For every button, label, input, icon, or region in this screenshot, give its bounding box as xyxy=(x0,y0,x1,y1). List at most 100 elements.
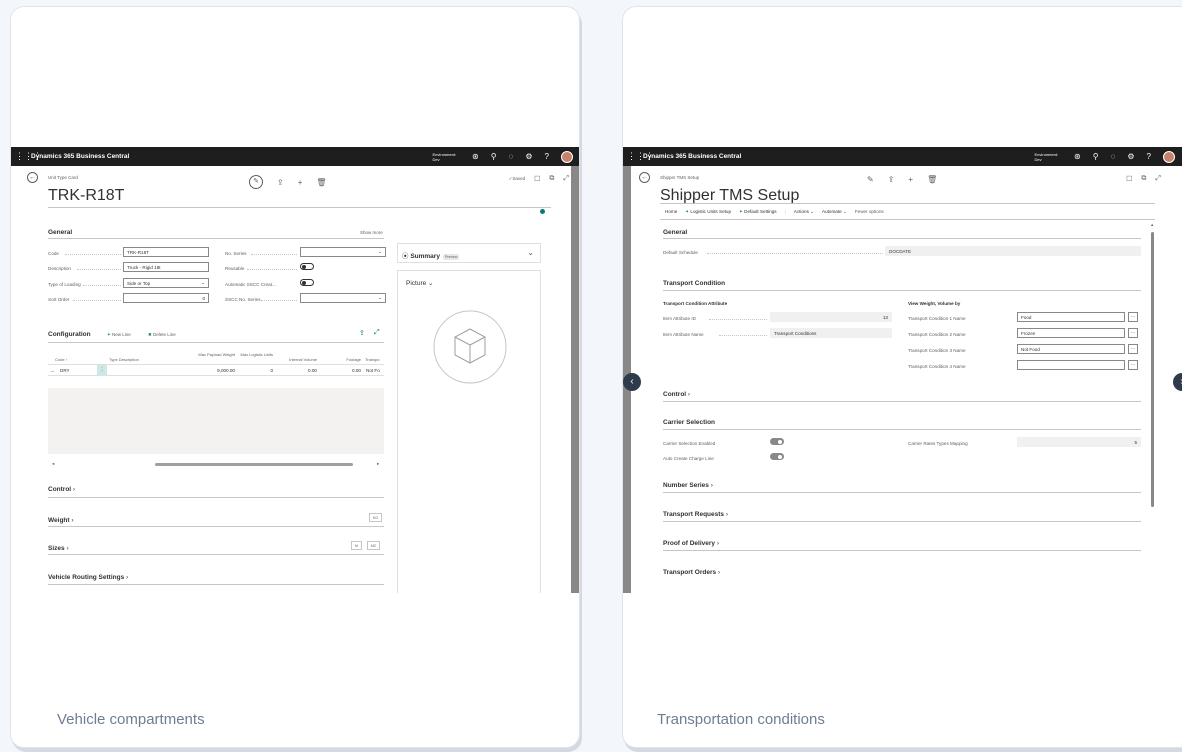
weight-unit-button[interactable]: KG xyxy=(369,513,383,522)
expand-icon[interactable]: ⤢ xyxy=(563,175,569,183)
bookmark-icon[interactable]: ☐ xyxy=(1126,175,1132,183)
proof-of-delivery-header[interactable]: Proof of Delivery › xyxy=(663,540,719,547)
app-launcher-icon[interactable]: ⋮⋮⋮ xyxy=(15,152,42,161)
sscc-no-series-select[interactable]: ⌄ xyxy=(300,293,386,303)
transport-condition-4-field[interactable] xyxy=(1017,360,1125,370)
new-line-button[interactable]: ✦ New Line xyxy=(107,332,131,338)
bell-icon[interactable]: ◌ xyxy=(1111,152,1116,161)
action-default-settings[interactable]: ✦ Default Settings xyxy=(739,209,777,215)
open-new-window-icon[interactable]: ⧉ xyxy=(1141,175,1146,183)
avatar[interactable] xyxy=(1163,150,1175,163)
bookmark-icon[interactable]: ☐ xyxy=(534,175,540,183)
avatar[interactable] xyxy=(561,150,573,163)
chevron-down-icon[interactable]: ⌄ xyxy=(527,248,534,257)
back-arrow-icon[interactable]: ← xyxy=(27,172,38,183)
scroll-right-icon[interactable]: ▸ xyxy=(377,461,379,467)
help-icon[interactable]: ? xyxy=(1147,152,1151,161)
weight-header[interactable]: Weight › xyxy=(48,517,74,524)
delete-icon[interactable]: 🗑 xyxy=(316,178,326,187)
control-header[interactable]: Control › xyxy=(663,391,690,398)
help-icon[interactable]: ? xyxy=(545,152,549,161)
size-unit-m2-button[interactable]: M2 xyxy=(367,541,380,550)
transport-condition-3-field[interactable]: Not Food xyxy=(1017,344,1125,354)
item-attribute-id-field[interactable]: 13 xyxy=(770,312,892,322)
search-icon[interactable]: ⚲ xyxy=(1093,152,1099,161)
item-attribute-name-field[interactable]: Transport Conditions xyxy=(770,328,892,338)
back-arrow-icon[interactable]: ← xyxy=(639,172,650,183)
transport-condition-header[interactable]: Transport Condition xyxy=(663,280,725,287)
carrier-selection-enabled-toggle[interactable] xyxy=(770,438,784,445)
bell-icon[interactable]: ◌ xyxy=(509,152,514,161)
configuration-header[interactable]: Configuration xyxy=(48,331,91,338)
horizontal-scrollbar[interactable] xyxy=(155,463,353,466)
vehicle-routing-header[interactable]: Vehicle Routing Settings › xyxy=(48,574,128,581)
cell-transport[interactable]: Not Fo xyxy=(366,368,384,373)
transport-requests-header[interactable]: Transport Requests › xyxy=(663,511,728,518)
row-menu-icon[interactable]: ⋮ xyxy=(97,365,107,376)
cell-max-logistic-units[interactable]: 0 xyxy=(239,368,273,373)
code-field[interactable]: TRK-R18T xyxy=(123,247,209,257)
summary-factbox[interactable]: ⦿ Summary Preview ⌄ xyxy=(397,243,541,263)
vertical-scrollbar[interactable] xyxy=(1151,232,1154,507)
general-header[interactable]: General xyxy=(48,229,72,236)
automatic-sscc-toggle[interactable] xyxy=(300,279,314,286)
transport-condition-1-lookup[interactable]: … xyxy=(1128,312,1138,322)
control-header[interactable]: Control › xyxy=(48,486,75,493)
column-header-max-payload-weight[interactable]: Max Payload Weight xyxy=(197,352,235,357)
table-row[interactable]: → DRY ⋮ 9,000.00 0 0.00 0.00 Not Fo xyxy=(48,364,384,376)
column-header-type-description[interactable]: Type Description xyxy=(109,357,159,362)
column-header-footage[interactable]: Footage xyxy=(329,357,361,362)
auto-create-charge-line-toggle[interactable] xyxy=(770,453,784,460)
general-header[interactable]: General xyxy=(663,229,687,236)
cell-max-payload-weight[interactable]: 9,000.00 xyxy=(197,368,235,373)
settings-icon[interactable]: ⚙ xyxy=(525,152,532,161)
delete-icon[interactable]: 🗑 xyxy=(927,175,937,184)
edit-icon[interactable]: ✎ xyxy=(249,175,263,189)
row-selector-icon[interactable]: → xyxy=(50,368,55,373)
copilot-icon[interactable]: ⊛ xyxy=(472,152,479,161)
settings-icon[interactable]: ⚙ xyxy=(1127,152,1134,161)
column-header-internal-volume[interactable]: Internal Volume xyxy=(277,357,317,362)
transport-condition-3-lookup[interactable]: … xyxy=(1128,344,1138,354)
copilot-icon[interactable]: ⊛ xyxy=(1074,152,1081,161)
default-schedule-field[interactable]: DOCDATE xyxy=(885,246,1141,256)
new-icon[interactable]: + xyxy=(908,175,913,184)
carrier-selection-header[interactable]: Carrier Selection xyxy=(663,419,715,426)
transport-condition-2-field[interactable]: Frozen xyxy=(1017,328,1125,338)
transport-condition-4-lookup[interactable]: … xyxy=(1128,360,1138,370)
transport-condition-2-lookup[interactable]: … xyxy=(1128,328,1138,338)
cell-footage[interactable]: 0.00 xyxy=(329,368,361,373)
description-field[interactable]: Truck - Rigid 18t xyxy=(123,262,209,272)
share-icon[interactable]: ⇪ xyxy=(359,329,365,337)
column-header-max-logistic-units[interactable]: Max Logistic Units xyxy=(239,352,273,357)
transport-orders-header[interactable]: Transport Orders › xyxy=(663,569,720,576)
new-icon[interactable]: + xyxy=(298,178,303,187)
cell-internal-volume[interactable]: 0.00 xyxy=(277,368,317,373)
share-icon[interactable]: ⇪ xyxy=(277,178,284,187)
open-new-window-icon[interactable]: ⧉ xyxy=(549,175,554,183)
share-icon[interactable]: ⇪ xyxy=(888,175,895,184)
type-of-loading-select[interactable]: Side or Top ⌄ xyxy=(123,278,209,288)
app-launcher-icon[interactable]: ⋮⋮⋮ xyxy=(627,152,654,161)
cell-code[interactable]: DRY xyxy=(60,368,70,373)
action-automate-menu[interactable]: Automate ⌄ xyxy=(822,209,847,215)
reusable-toggle[interactable] xyxy=(300,263,314,270)
sizes-header[interactable]: Sizes › xyxy=(48,545,69,552)
delete-line-button[interactable]: ✖ Delete Line xyxy=(148,332,176,338)
action-logistic-units-setup[interactable]: ✦ Logistic Units Setup xyxy=(685,209,731,215)
search-icon[interactable]: ⚲ xyxy=(491,152,497,161)
column-header-transport[interactable]: Transpo xyxy=(365,357,385,362)
edit-icon[interactable]: ✎ xyxy=(867,175,874,184)
action-fewer-options[interactable]: Fewer options xyxy=(855,209,884,215)
carrier-rates-types-mapping-field[interactable]: 5 xyxy=(1017,437,1141,447)
carousel-prev-button[interactable]: ‹ xyxy=(623,373,641,391)
column-header-code[interactable]: Code ↑ xyxy=(55,357,79,362)
scroll-up-icon[interactable]: ▴ xyxy=(1151,222,1153,228)
expand-icon[interactable]: ⤢ xyxy=(1155,175,1161,183)
action-home[interactable]: Home xyxy=(665,209,677,215)
expand-icon[interactable]: ⤢ xyxy=(374,329,380,337)
transport-condition-1-field[interactable]: Food xyxy=(1017,312,1125,322)
scroll-left-icon[interactable]: ◂ xyxy=(52,461,54,467)
size-unit-m-button[interactable]: M xyxy=(351,541,362,550)
show-more-link[interactable]: Show more xyxy=(360,230,383,235)
